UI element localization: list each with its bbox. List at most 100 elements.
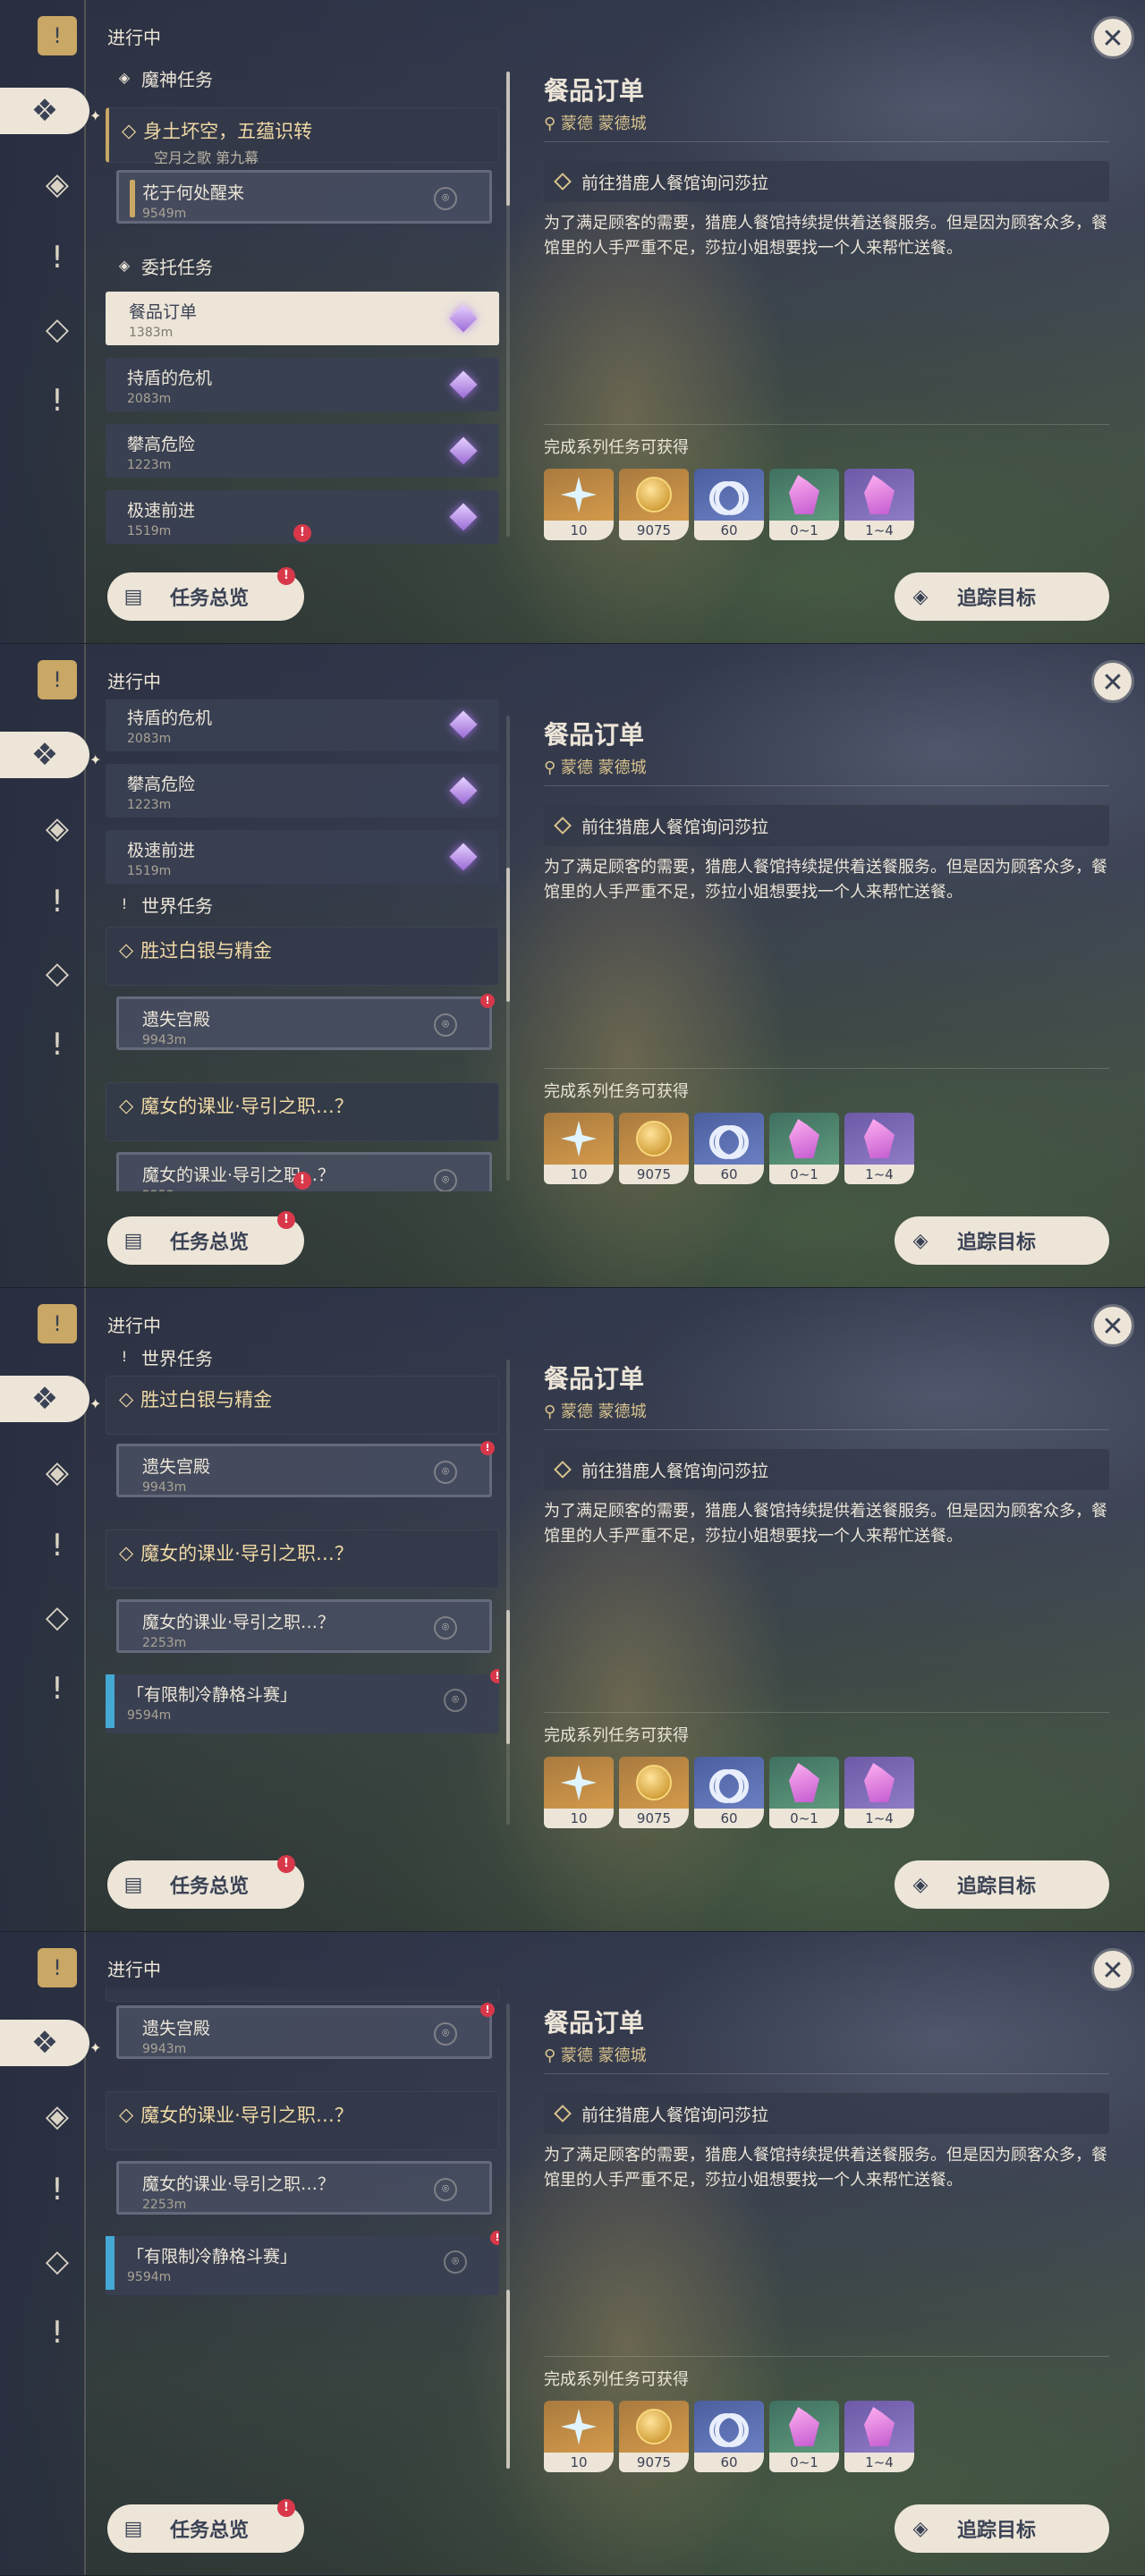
reward-item[interactable]: 10 bbox=[544, 469, 614, 540]
reward-item[interactable]: 10 bbox=[544, 1757, 614, 1828]
overview-button[interactable]: ▤ 任务总览 ! bbox=[107, 1211, 304, 1265]
rail-story-button[interactable]: ! bbox=[34, 1522, 81, 1569]
reward-item[interactable]: 0~1 bbox=[769, 1757, 839, 1828]
rail-world-button[interactable]: ! bbox=[34, 1021, 81, 1068]
section-world: ! 世界任务 bbox=[106, 891, 499, 918]
scrollbar-thumb[interactable] bbox=[506, 2290, 510, 2469]
quest-card[interactable]: 极速前进 1519m bbox=[106, 830, 499, 884]
quest-bookmark-icon[interactable]: ! bbox=[38, 1948, 77, 1987]
close-icon[interactable]: ✕ bbox=[1091, 1948, 1134, 1991]
rail-archon-button[interactable]: ◈ bbox=[34, 805, 81, 852]
rail-commission-button[interactable]: ◇ bbox=[34, 306, 81, 352]
rail-story-button[interactable]: ! bbox=[34, 234, 81, 281]
quest-card[interactable]: 攀高危险 1223m bbox=[106, 764, 499, 818]
reward-count: 9075 bbox=[619, 2453, 689, 2472]
location-pin-icon[interactable]: ⌾ bbox=[444, 2250, 467, 2274]
close-icon[interactable]: ✕ bbox=[1091, 660, 1134, 703]
reward-item[interactable]: 10 bbox=[544, 2401, 614, 2472]
reward-item[interactable]: 60 bbox=[694, 1113, 764, 1184]
location-text: 蒙德 蒙德城 bbox=[560, 1402, 647, 1421]
overview-button[interactable]: ▤ 任务总览 ! bbox=[107, 2499, 304, 2553]
location-pin-icon[interactable]: ⌾ bbox=[444, 1689, 467, 1712]
rail-story-button[interactable]: ! bbox=[34, 2166, 81, 2213]
divider bbox=[544, 785, 1109, 786]
rail-world-button[interactable]: ! bbox=[34, 377, 81, 424]
quest-card[interactable]: 持盾的危机 2083m bbox=[106, 358, 499, 411]
reward-item[interactable]: 1~4 bbox=[844, 2401, 914, 2472]
world-chapter[interactable]: ◇ 魔女的课业·导引之职…？ bbox=[106, 2091, 499, 2150]
reward-item[interactable]: 9075 bbox=[619, 1757, 689, 1828]
reward-item[interactable]: 9075 bbox=[619, 1113, 689, 1184]
quest-card[interactable]: 魔女的课业·导引之职…？ 2253m ⌾ bbox=[116, 1599, 492, 1653]
rail-archon-button[interactable]: ◈ bbox=[34, 1449, 81, 1496]
status-label: 进行中 bbox=[107, 1959, 161, 1980]
world-chapter[interactable]: ◇ 魔女的课业·导引之职…？ bbox=[106, 1530, 499, 1589]
scrollbar-thumb[interactable] bbox=[506, 1610, 510, 1744]
reward-item[interactable]: 0~1 bbox=[769, 2401, 839, 2472]
overview-button[interactable]: ▤ 任务总览 ! bbox=[107, 1855, 304, 1909]
archon-chapter[interactable]: ◇ 身土坏空，五蕴识转 空月之歌 第九幕 bbox=[106, 107, 499, 166]
quest-card[interactable]: 遗失宫殿 9943m ⌾ ! bbox=[116, 1441, 495, 1497]
close-icon[interactable]: ✕ bbox=[1091, 16, 1134, 59]
rail-all-quests-button[interactable]: ❖ bbox=[0, 732, 89, 778]
world-chapter[interactable]: ◇ 胜过白银与精金 bbox=[106, 927, 499, 986]
rail-commission-button[interactable]: ◇ bbox=[34, 1594, 81, 1640]
world-quest-icon: ! bbox=[121, 1348, 128, 1365]
reward-item[interactable]: 9075 bbox=[619, 2401, 689, 2472]
quest-card[interactable]: 花于何处醒来 9549m ⌾ bbox=[116, 170, 492, 224]
rail-all-quests-button[interactable]: ❖ bbox=[0, 1376, 89, 1422]
reward-item[interactable]: 1~4 bbox=[844, 1757, 914, 1828]
scrollbar-thumb[interactable] bbox=[506, 868, 510, 1002]
location-pin-icon[interactable]: ⌾ bbox=[434, 2178, 457, 2201]
location-pin-icon[interactable]: ⌾ bbox=[434, 187, 457, 210]
divider bbox=[544, 1712, 1109, 1713]
rail-all-quests-button[interactable]: ❖ bbox=[0, 88, 89, 134]
reward-item[interactable]: 0~1 bbox=[769, 1113, 839, 1184]
location-pin-icon[interactable]: ⌾ bbox=[434, 2022, 457, 2046]
quest-card[interactable]: 「有限制冷静格斗赛」 9594m ⌾ ! bbox=[106, 1669, 499, 1733]
chapter-title: 身土坏空，五蕴识转 bbox=[143, 121, 313, 142]
rail-archon-button[interactable]: ◈ bbox=[34, 161, 81, 208]
world-chapter[interactable]: ◇ 胜过白银与精金 bbox=[106, 1376, 499, 1435]
reward-item[interactable]: 60 bbox=[694, 469, 764, 540]
quest-bookmark-icon[interactable]: ! bbox=[38, 1304, 77, 1343]
reward-item[interactable]: 10 bbox=[544, 1113, 614, 1184]
scrollbar-thumb[interactable] bbox=[506, 72, 510, 206]
quest-card[interactable]: 遗失宫殿 9943m ⌾ ! bbox=[116, 994, 495, 1050]
location-pin-icon[interactable]: ⌾ bbox=[434, 1013, 457, 1037]
commission-crystal-icon bbox=[445, 367, 481, 402]
chapter-icon: ◇ bbox=[119, 939, 134, 961]
rail-all-quests-button[interactable]: ❖ bbox=[0, 2020, 89, 2066]
location-pin-icon[interactable]: ⌾ bbox=[434, 1461, 457, 1484]
quest-bookmark-icon[interactable]: ! bbox=[38, 16, 77, 55]
reward-count: 0~1 bbox=[769, 2453, 839, 2472]
reward-item[interactable]: 1~4 bbox=[844, 1113, 914, 1184]
quest-card[interactable]: 持盾的危机 2083m bbox=[106, 699, 499, 751]
reward-item[interactable]: 9075 bbox=[619, 469, 689, 540]
rail-world-button[interactable]: ! bbox=[34, 1665, 81, 1712]
quest-card[interactable]: 遗失宫殿 9943m ⌾ ! bbox=[116, 2003, 495, 2059]
rail-commission-button[interactable]: ◇ bbox=[34, 2238, 81, 2284]
objective-row: 前往猎鹿人餐馆询问莎拉 bbox=[544, 1449, 1109, 1490]
reward-item[interactable]: 1~4 bbox=[844, 469, 914, 540]
location-pin-icon[interactable]: ⌾ bbox=[434, 1616, 457, 1640]
quest-card-selected[interactable]: 餐品订单 1383m bbox=[106, 292, 499, 345]
objective-icon bbox=[554, 817, 572, 835]
reward-item[interactable]: 0~1 bbox=[769, 469, 839, 540]
overview-button[interactable]: ▤ 任务总览 ! bbox=[107, 567, 304, 621]
rail-commission-button[interactable]: ◇ bbox=[34, 950, 81, 996]
reward-item[interactable]: 60 bbox=[694, 1757, 764, 1828]
quest-card[interactable]: 「有限制冷静格斗赛」 9594m ⌾ ! bbox=[106, 2231, 499, 2295]
rail-world-button[interactable]: ! bbox=[34, 2309, 81, 2356]
quest-card[interactable]: 魔女的课业·导引之职…？ 2253m ⌾ bbox=[116, 2161, 492, 2215]
rail-story-button[interactable]: ! bbox=[34, 878, 81, 925]
close-icon[interactable]: ✕ bbox=[1091, 1304, 1134, 1347]
quest-card[interactable]: 攀高危险 1223m bbox=[106, 424, 499, 478]
location-pin-icon[interactable]: ⌾ bbox=[434, 1169, 457, 1191]
scrollbar-track[interactable] bbox=[506, 1360, 510, 1825]
reward-item[interactable]: 60 bbox=[694, 2401, 764, 2472]
location-text: 蒙德 蒙德城 bbox=[560, 758, 647, 777]
rail-archon-button[interactable]: ◈ bbox=[34, 2093, 81, 2140]
quest-bookmark-icon[interactable]: ! bbox=[38, 660, 77, 699]
world-chapter[interactable]: ◇ 魔女的课业·导引之职…？ bbox=[106, 1082, 499, 1141]
